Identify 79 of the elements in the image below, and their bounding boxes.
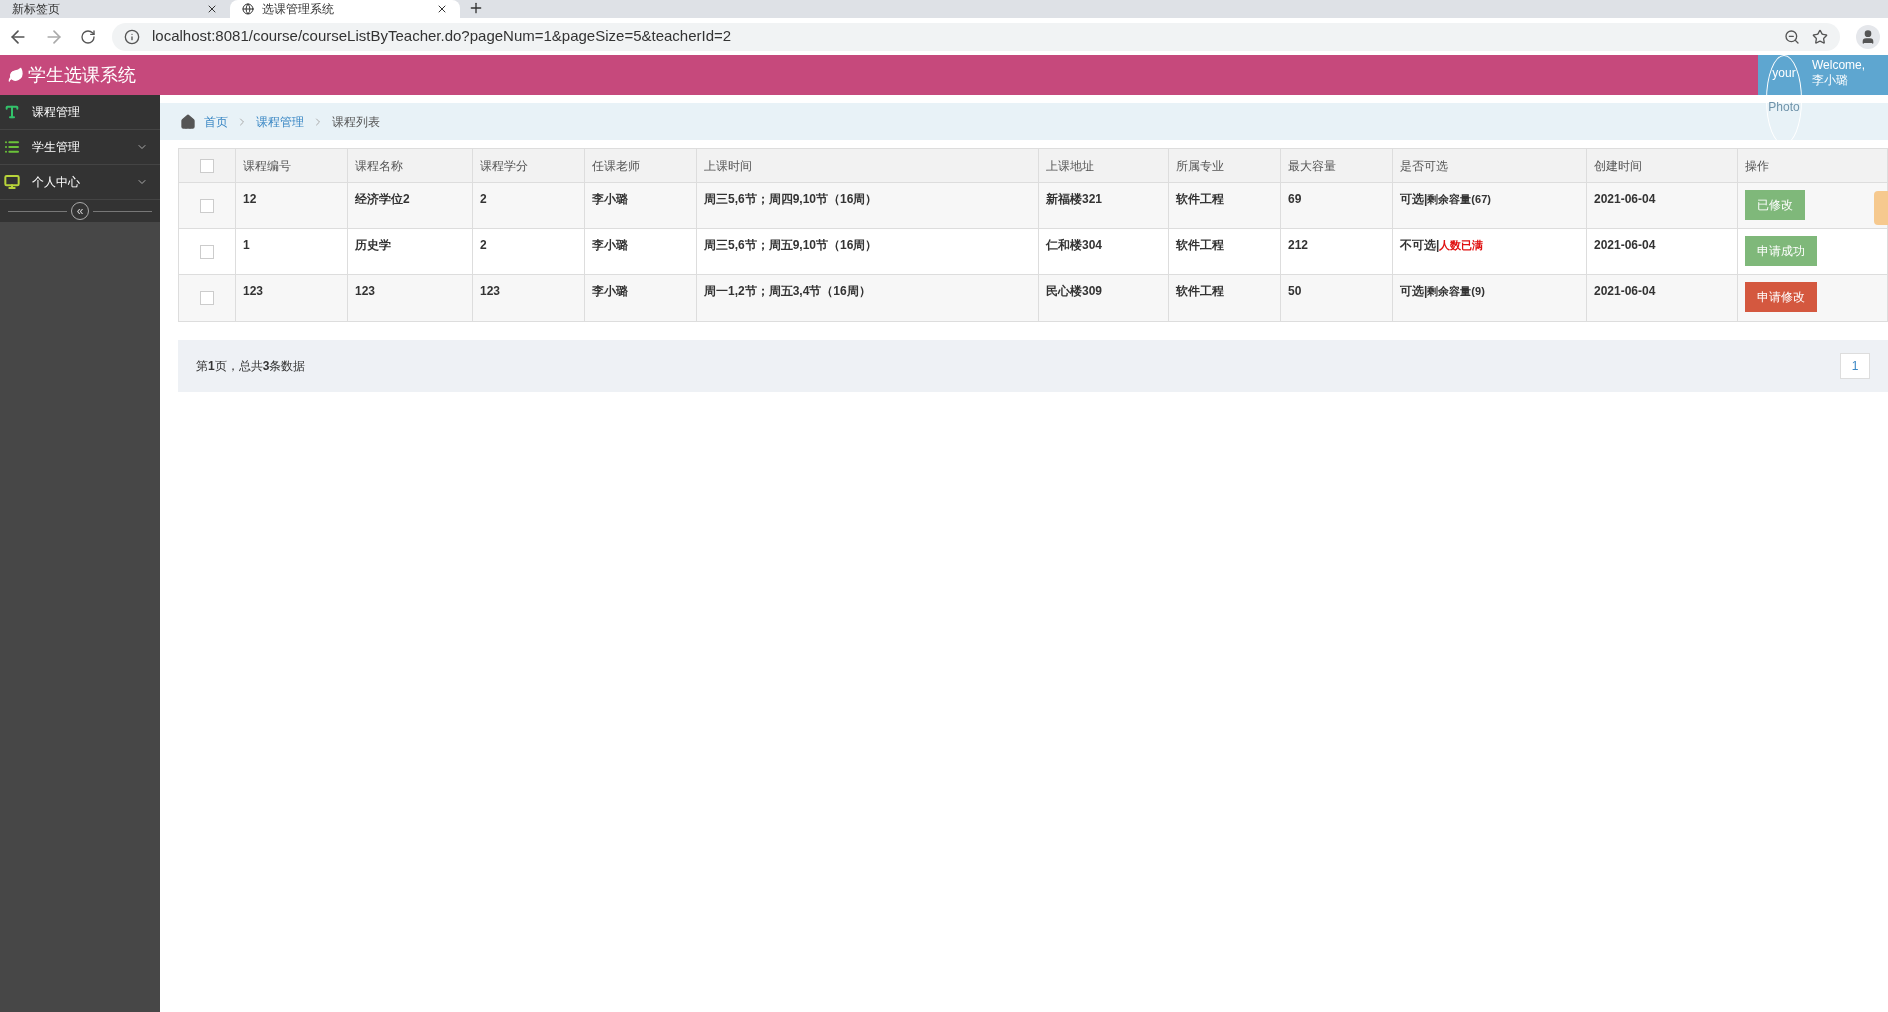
- column-header: 最大容量: [1281, 149, 1393, 182]
- column-header: 课程名称: [348, 149, 473, 182]
- table-cell: 民心楼309: [1046, 284, 1103, 298]
- bookmark-star-icon[interactable]: [1812, 28, 1828, 45]
- table-cell: 仁和楼304: [1046, 238, 1103, 252]
- table-cell: 李小璐: [592, 238, 628, 252]
- table-cell: 2: [480, 192, 487, 206]
- text-icon: [4, 104, 20, 120]
- table-cell: 软件工程: [1176, 284, 1224, 298]
- browser-tab[interactable]: 选课管理系统: [230, 0, 460, 18]
- table-cell: 50: [1288, 284, 1302, 298]
- table-cell: 周一1,2节；周五3,4节（16周）: [704, 284, 871, 298]
- table-cell: 2021-06-04: [1594, 238, 1656, 252]
- table-cell: 历史学: [355, 238, 391, 252]
- column-header: 是否可选: [1393, 149, 1587, 182]
- table-cell: 212: [1288, 238, 1309, 252]
- table-cell: 不可选|人数已满: [1400, 238, 1484, 252]
- close-icon[interactable]: [206, 3, 218, 15]
- avatar-alt-text: Photo: [1768, 100, 1800, 114]
- globe-icon: [242, 3, 254, 15]
- sidebar-item[interactable]: 课程管理: [0, 95, 160, 130]
- sidebar-item[interactable]: 个人中心: [0, 165, 160, 200]
- action-button[interactable]: 申请修改: [1745, 282, 1817, 312]
- table-cell: 123: [480, 284, 501, 298]
- page-button[interactable]: 1: [1840, 353, 1870, 379]
- app-title: 学生选课系统: [28, 63, 137, 87]
- row-checkbox[interactable]: [200, 198, 214, 213]
- table-cell: 周三5,6节；周四9,10节（16周）: [704, 192, 878, 206]
- profile-icon[interactable]: [1856, 24, 1880, 49]
- tab-title: 选课管理系统: [262, 3, 335, 15]
- row-checkbox[interactable]: [200, 244, 214, 259]
- tab-title: 新标签页: [12, 3, 61, 15]
- column-header: 上课地址: [1039, 149, 1169, 182]
- table-cell: 李小璐: [592, 192, 628, 206]
- welcome-text: Welcome,: [1812, 58, 1866, 73]
- table-cell: 李小璐: [592, 284, 628, 298]
- info-icon: [124, 28, 140, 45]
- table-cell: 123: [243, 284, 264, 298]
- reload-icon[interactable]: [80, 28, 96, 45]
- table-cell: 软件工程: [1176, 238, 1224, 252]
- new-tab-icon[interactable]: [468, 0, 484, 16]
- table-cell: 1: [243, 238, 250, 252]
- column-header: 上课时间: [697, 149, 1039, 182]
- table-cell: 2021-06-04: [1594, 284, 1656, 298]
- user-name: 李小璐: [1812, 73, 1849, 88]
- sidebar-item[interactable]: 学生管理: [0, 130, 160, 165]
- column-header: 课程编号: [236, 149, 348, 182]
- url-text: localhost:8081/course/courseListByTeacher.do?pageNum=1&pageSize=5&teacherId=2: [152, 26, 733, 47]
- table-cell: 可选|剩余容量(67): [1400, 192, 1491, 206]
- table-cell: 2: [480, 238, 487, 252]
- select-all-checkbox[interactable]: [200, 158, 214, 173]
- leaf-icon: [8, 67, 24, 83]
- table-cell: 12: [243, 192, 257, 206]
- table-cell: 周三5,6节；周五9,10节（16周）: [704, 238, 878, 252]
- browser-tab[interactable]: 新标签页: [0, 0, 230, 18]
- breadcrumb-link[interactable]: 首页: [204, 112, 228, 131]
- column-header: 课程学分: [473, 149, 585, 182]
- column-header: 操作: [1744, 157, 1770, 175]
- table-cell: 123: [355, 284, 376, 298]
- page-summary: 第1页，总共3条数据: [196, 358, 307, 375]
- close-icon[interactable]: [436, 3, 448, 15]
- table-cell: 软件工程: [1176, 192, 1224, 206]
- column-header: 任课老师: [585, 149, 697, 182]
- column-header: 创建时间: [1587, 149, 1738, 182]
- table-cell: 2021-06-04: [1594, 192, 1656, 206]
- home-icon: [180, 113, 196, 130]
- table-cell: 经济学位2: [355, 192, 410, 206]
- table-cell: 新福楼321: [1046, 192, 1103, 206]
- column-header: 所属专业: [1169, 149, 1281, 182]
- address-bar[interactable]: localhost:8081/course/courseListByTeacher.do?pageNum=1&pageSize=5&teacherId=2: [112, 22, 1840, 51]
- table-cell: 可选|剩余容量(9): [1400, 284, 1485, 298]
- list-icon: [4, 139, 20, 155]
- row-checkbox[interactable]: [200, 291, 214, 305]
- breadcrumb-link[interactable]: 课程管理: [256, 112, 304, 131]
- breadcrumb-current: 课程列表: [332, 113, 380, 131]
- avatar-alt-text: your: [1772, 66, 1796, 80]
- table-cell: 69: [1288, 192, 1302, 206]
- zoom-out-icon[interactable]: [1784, 28, 1800, 45]
- monitor-icon: [4, 174, 20, 190]
